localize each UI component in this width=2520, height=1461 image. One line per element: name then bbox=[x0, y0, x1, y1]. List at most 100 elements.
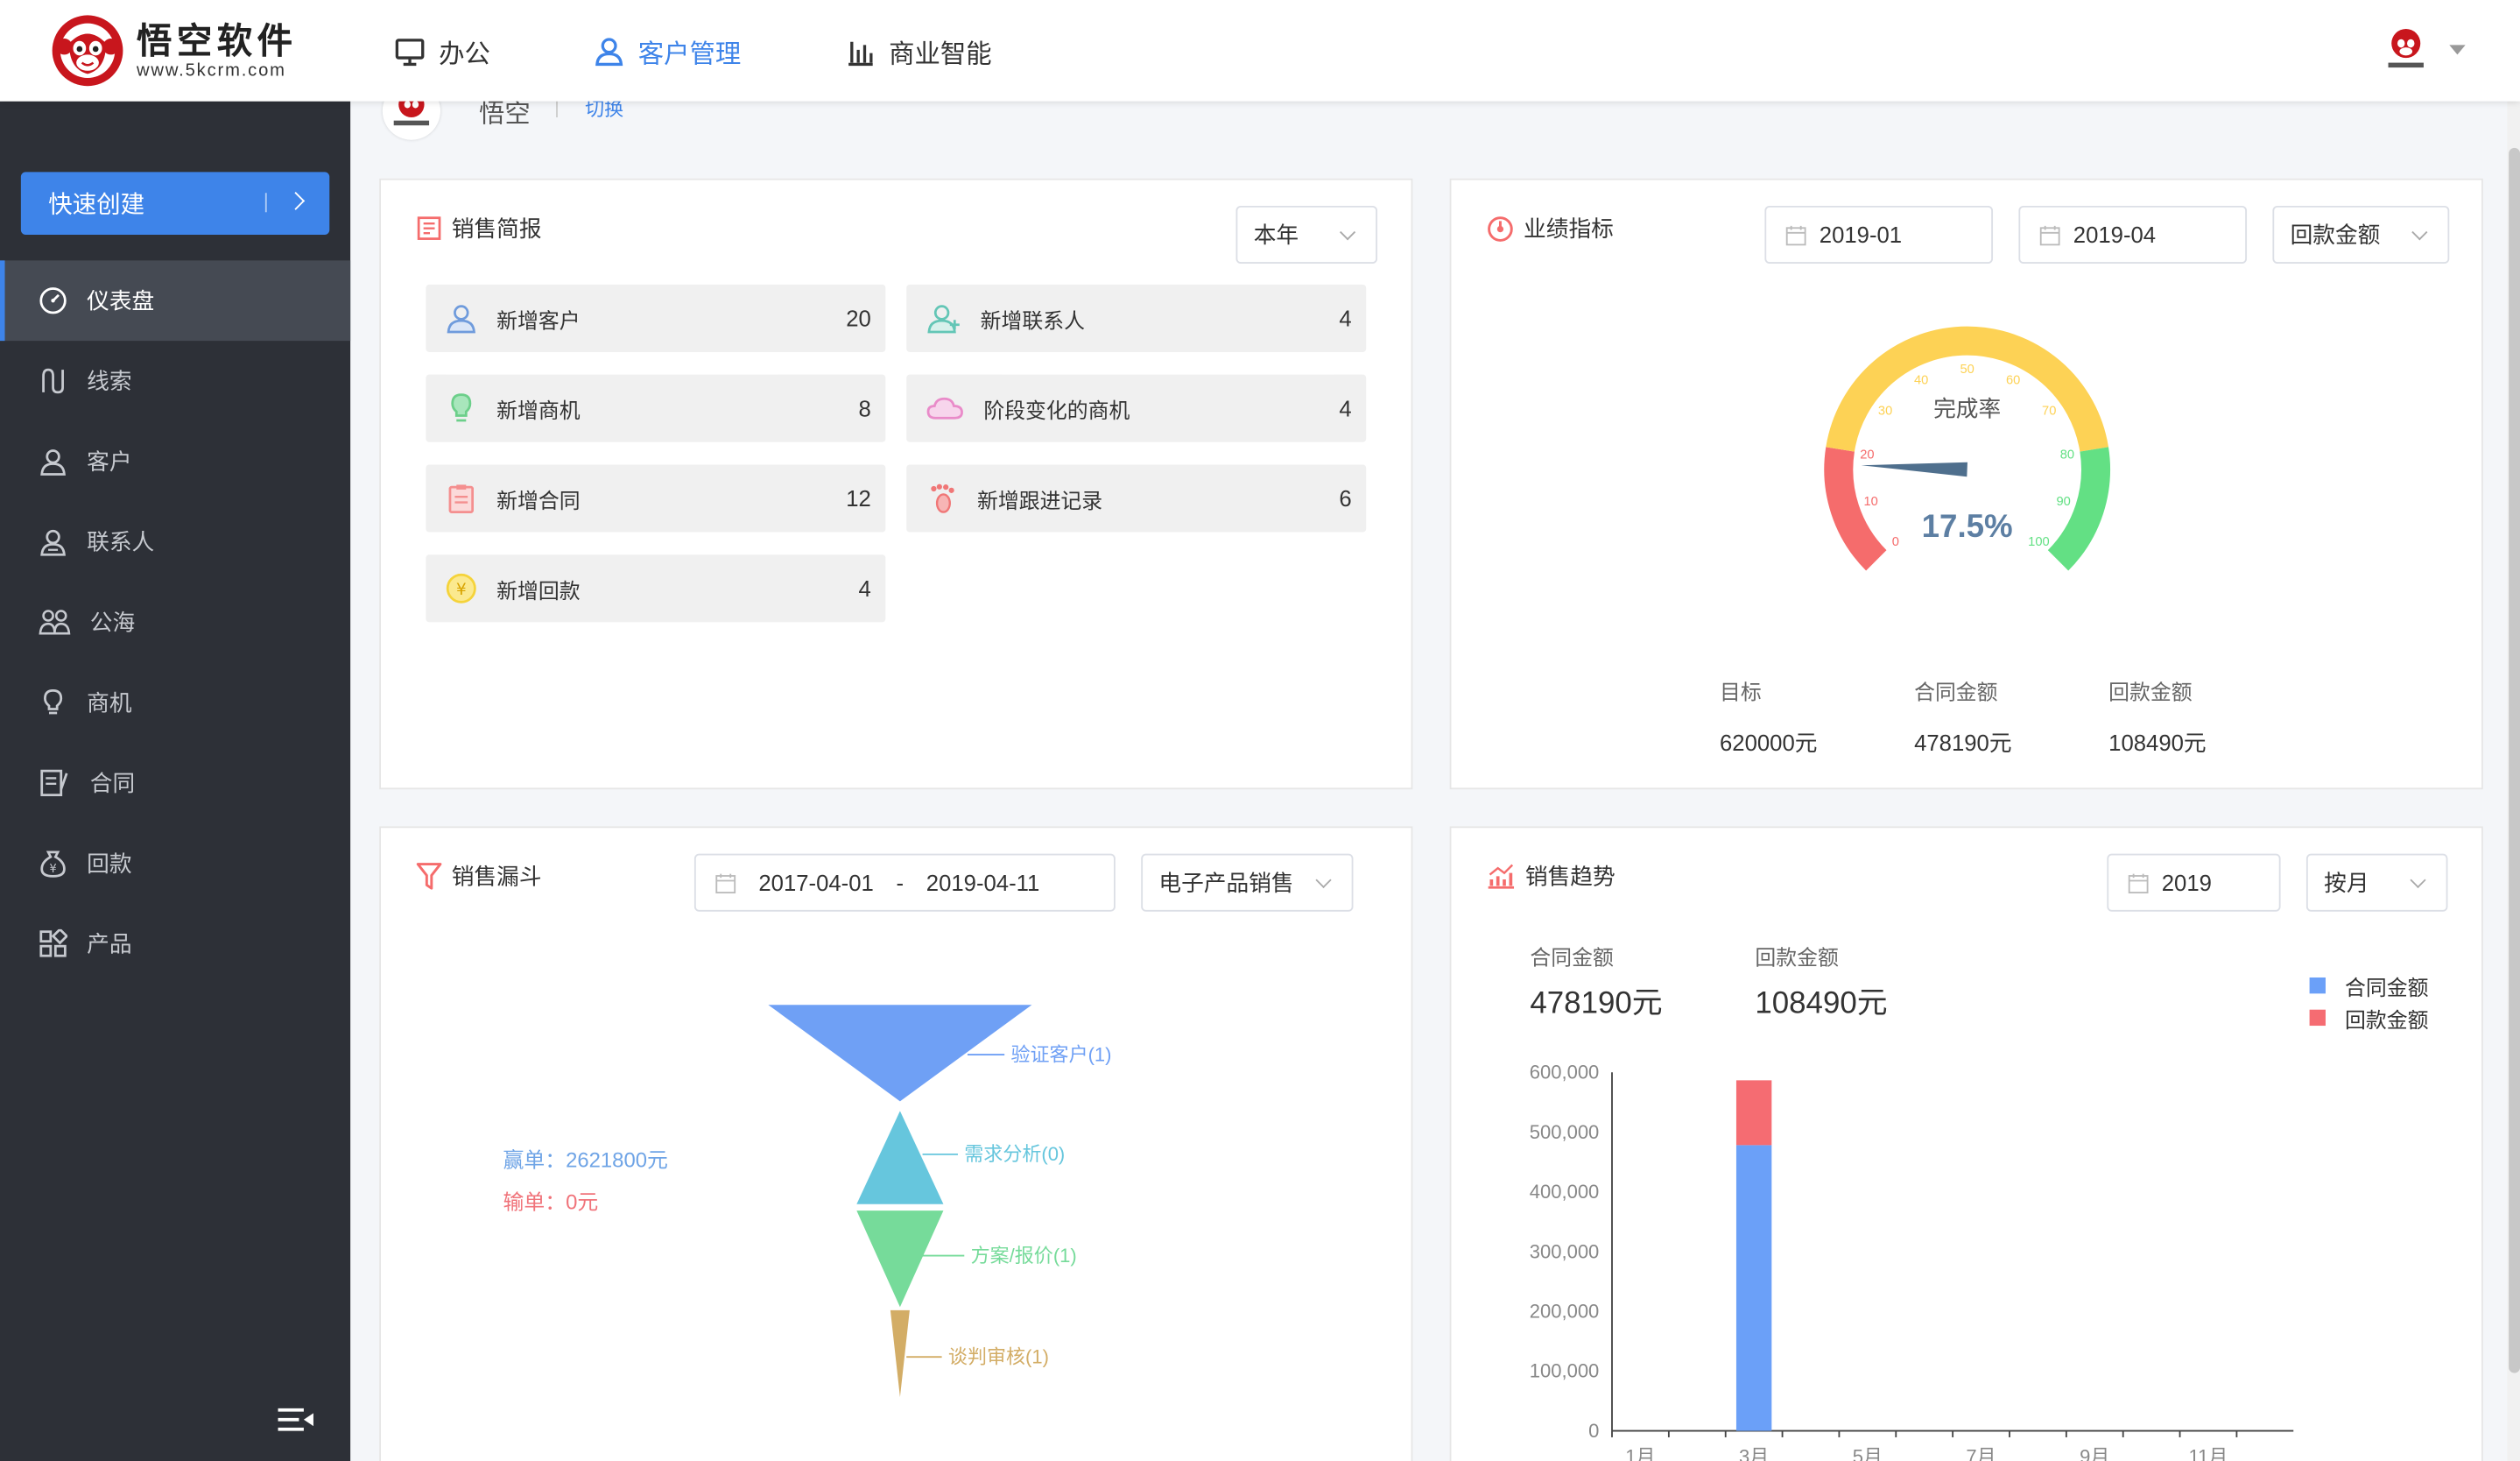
nav-office[interactable]: 办公 bbox=[394, 0, 490, 102]
funnel-start-date: 2017-04-01 bbox=[758, 870, 874, 896]
funnel-chart: 验证客户(1) 需求分析(0) 方案/报价(1) 谈判审核(1) bbox=[768, 1005, 1112, 1398]
top-bar: 悟空软件 www.5kcrm.com 办公 客户管理 商业智能 bbox=[0, 0, 2520, 102]
pool-icon bbox=[39, 610, 71, 635]
granularity-value: 按月 bbox=[2324, 870, 2369, 896]
sidebar-item-contracts[interactable]: 合同 bbox=[0, 743, 350, 823]
start-month-value: 2019-01 bbox=[1819, 222, 1903, 248]
contract-icon bbox=[40, 769, 68, 797]
y-tick-label: 300,000 bbox=[1530, 1240, 1600, 1262]
sidebar-item-payments[interactable]: ¥ 回款 bbox=[0, 823, 350, 904]
sidebar-item-products[interactable]: 产品 bbox=[0, 904, 350, 985]
page-scrollbar-thumb[interactable] bbox=[2509, 147, 2520, 1373]
sidebar-item-leads[interactable]: 线索 bbox=[0, 341, 350, 421]
stat-new-contacts[interactable]: 新增联系人 4 bbox=[906, 284, 1367, 352]
sales-trend-card: 销售趋势 2019 按月 合同金额 回款金额 478190元 108490元 合… bbox=[1449, 826, 2483, 1461]
user-menu[interactable] bbox=[2382, 25, 2466, 74]
end-month-picker[interactable]: 2019-04 bbox=[2018, 205, 2248, 265]
metric-select[interactable]: 回款金额 bbox=[2272, 205, 2450, 265]
funnel-icon bbox=[416, 863, 442, 890]
period-select[interactable]: 本年 bbox=[1235, 205, 1378, 265]
stat-value: 12 bbox=[846, 485, 871, 512]
completion-gauge: 0 10 20 30 40 50 60 70 80 90 100 完成率 17.5% bbox=[1824, 326, 2110, 571]
sidebar-item-opportunities[interactable]: 商机 bbox=[0, 662, 350, 743]
sidebar-item-label: 仪表盘 bbox=[87, 287, 155, 314]
customer-icon bbox=[447, 305, 475, 334]
funnel-stage-3[interactable] bbox=[856, 1210, 944, 1308]
user-icon bbox=[595, 37, 623, 66]
nav-business-intelligence-label: 商业智能 bbox=[889, 40, 992, 69]
legend-item-contract[interactable]: 合同金额 bbox=[2309, 970, 2428, 1002]
nav-customer-management-label: 客户管理 bbox=[637, 40, 742, 69]
stat-new-followups[interactable]: 新增跟进记录 6 bbox=[906, 464, 1367, 533]
funnel-stage-label: 验证客户(1) bbox=[1011, 1043, 1112, 1065]
gauge-tick-label: 100 bbox=[2028, 535, 2049, 549]
quick-create-separator bbox=[264, 193, 267, 213]
customer-icon bbox=[40, 449, 66, 476]
logo[interactable]: 悟空软件 www.5kcrm.com bbox=[52, 15, 341, 88]
gauge-value: 17.5% bbox=[1922, 508, 2013, 544]
product-select[interactable]: 电子产品销售 bbox=[1141, 853, 1354, 912]
chevron-right-icon bbox=[286, 192, 306, 210]
sidebar-item-label: 公海 bbox=[89, 609, 136, 636]
stat-new-contracts[interactable]: 新增合同 12 bbox=[426, 464, 886, 533]
user-strip-divider bbox=[556, 101, 558, 117]
bar-payment-3[interactable] bbox=[1735, 1080, 1772, 1146]
product-icon bbox=[39, 928, 68, 957]
gauge-tick-label: 20 bbox=[1860, 448, 1874, 462]
sales-brief-title-text: 销售简报 bbox=[451, 215, 542, 242]
bulb-icon bbox=[451, 393, 472, 422]
calendar-icon bbox=[1785, 224, 1806, 245]
gauge-tick-label: 30 bbox=[1878, 405, 1892, 419]
y-tick-label: 500,000 bbox=[1530, 1121, 1600, 1143]
sidebar-item-dashboard[interactable]: 仪表盘 bbox=[0, 260, 351, 342]
funnel-stage-4[interactable] bbox=[890, 1309, 910, 1398]
stat-stage-changed-opportunities[interactable]: 阶段变化的商机 4 bbox=[906, 374, 1367, 442]
stat-new-opportunities[interactable]: 新增商机 8 bbox=[426, 374, 886, 442]
quick-create-button[interactable]: 快速创建 bbox=[20, 172, 330, 235]
sidebar-item-label: 合同 bbox=[89, 770, 136, 796]
sales-brief-title: 销售简报 bbox=[416, 212, 542, 244]
bar-contract-3[interactable] bbox=[1735, 1145, 1772, 1431]
y-tick-label: 400,000 bbox=[1530, 1181, 1600, 1203]
legend-label: 回款金额 bbox=[2344, 1006, 2429, 1032]
sidebar-item-customers[interactable]: 客户 bbox=[0, 421, 350, 502]
user-avatar-icon bbox=[2388, 29, 2424, 68]
yen-coin-icon: ¥ bbox=[446, 573, 476, 603]
nav-office-label: 办公 bbox=[439, 40, 490, 69]
funnel-date-range[interactable]: 2017-04-01 - 2019-04-11 bbox=[693, 853, 1116, 912]
y-tick-label: 0 bbox=[1588, 1420, 1599, 1442]
trend-contract-value: 478190元 bbox=[1530, 986, 1663, 1021]
stat-value: 8 bbox=[858, 395, 871, 421]
trend-title: 销售趋势 bbox=[1487, 860, 1615, 893]
collapse-menu-icon[interactable] bbox=[277, 1405, 315, 1434]
nav-customer-management[interactable]: 客户管理 bbox=[593, 0, 741, 102]
funnel-stage-2[interactable] bbox=[856, 1111, 944, 1204]
stat-new-customers[interactable]: 新增客户 20 bbox=[426, 284, 886, 352]
sidebar-item-contacts[interactable]: 联系人 bbox=[0, 502, 350, 582]
year-picker[interactable]: 2019 bbox=[2107, 853, 2281, 912]
sales-brief-card: 销售简报 本年 新增客户 20 新增联系人 4 新增商机 8 阶段变化的商机 4… bbox=[379, 178, 1413, 790]
user-caret-icon bbox=[2449, 45, 2466, 55]
sidebar-item-label: 回款 bbox=[87, 850, 132, 877]
sidebar-item-public-pool[interactable]: 公海 bbox=[0, 582, 350, 662]
gauge-needle bbox=[1861, 462, 1967, 477]
nav-business-intelligence[interactable]: 商业智能 bbox=[844, 0, 992, 102]
contract-amount-label: 合同金额 bbox=[1914, 680, 1998, 704]
y-tick-label: 100,000 bbox=[1530, 1360, 1600, 1382]
contact-icon bbox=[40, 529, 66, 556]
footprint-icon bbox=[931, 483, 954, 513]
funnel-stage-1[interactable] bbox=[768, 1005, 1032, 1102]
logo-url: www.5kcrm.com bbox=[137, 60, 286, 80]
legend-item-payment[interactable]: 回款金额 bbox=[2309, 1002, 2429, 1034]
period-select-value: 本年 bbox=[1253, 222, 1299, 248]
stat-new-payments[interactable]: ¥ 新增回款 4 bbox=[426, 554, 886, 623]
granularity-select[interactable]: 按月 bbox=[2305, 853, 2448, 912]
money-bag-icon: ¥ bbox=[40, 850, 66, 878]
gauge-tick-label: 60 bbox=[2006, 373, 2020, 387]
stat-value: 4 bbox=[858, 575, 871, 602]
trend-payment-value: 108490元 bbox=[1755, 986, 1888, 1021]
top-nav: 办公 客户管理 商业智能 bbox=[394, 0, 1095, 102]
clipboard-icon bbox=[448, 484, 475, 513]
start-month-picker[interactable]: 2019-01 bbox=[1764, 205, 1994, 265]
gauge-tick-label: 80 bbox=[2060, 448, 2074, 462]
